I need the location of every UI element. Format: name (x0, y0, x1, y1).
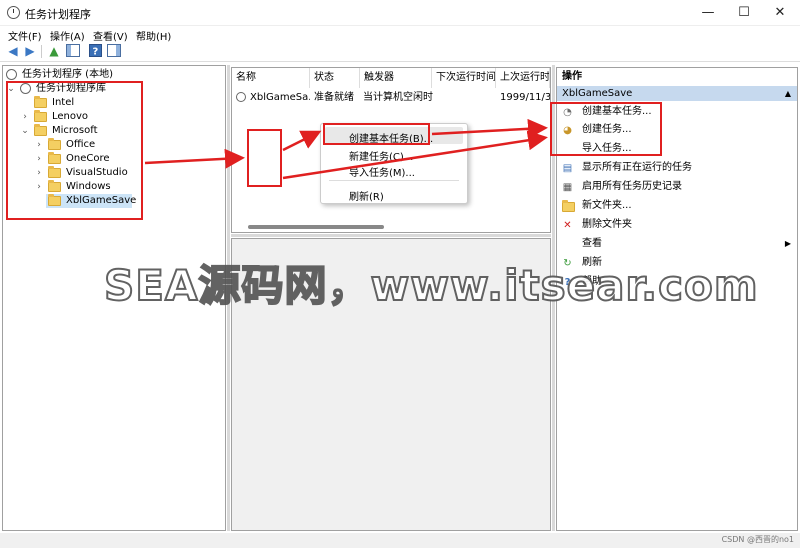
watermark-text: SEA源码网，www.itsear.com (103, 260, 759, 311)
arrow-click-to-actions (282, 130, 548, 180)
credit-text: CSDN @西晋的no1 (721, 535, 794, 544)
status-strip (0, 533, 800, 548)
arrow-tree-to-click (144, 148, 245, 169)
arrow-menu-to-actions (431, 118, 548, 139)
arrow-click-to-menu (282, 130, 322, 152)
